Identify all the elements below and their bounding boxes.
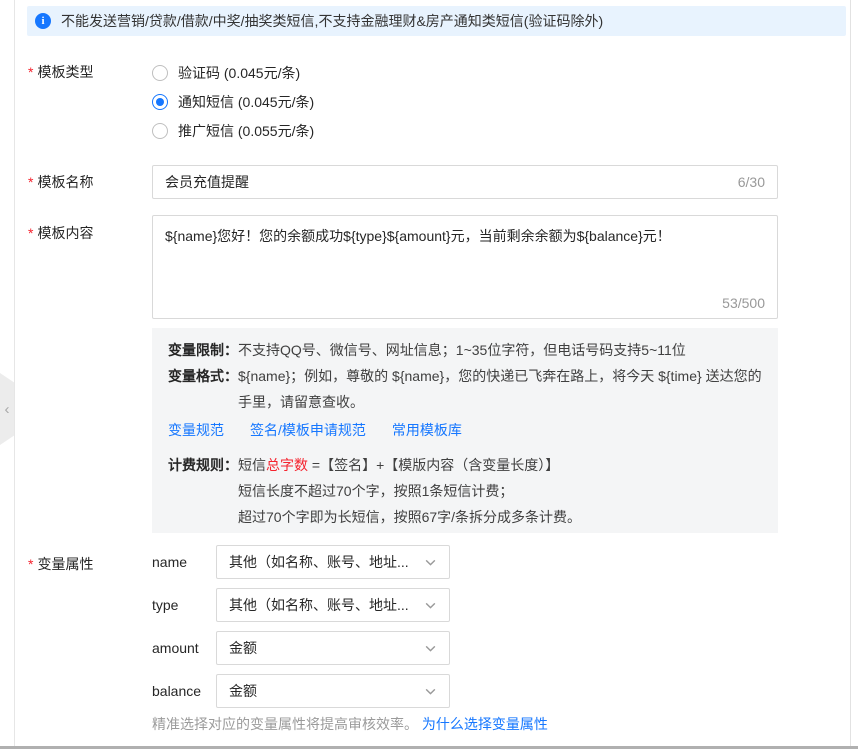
common-template-library-link[interactable]: 常用模板库 <box>392 417 462 443</box>
template-name-label: *模板名称 <box>28 172 152 192</box>
attr-row-balance: balance 金额 <box>152 674 450 708</box>
required-asterisk: * <box>28 174 33 190</box>
radio-icon <box>152 65 168 81</box>
chevron-left-icon: ‹ <box>5 402 10 417</box>
variable-limit-line: 变量限制： 不支持QQ号、微信号、网址信息；1~35位字符，但电话号码支持5~1… <box>168 337 762 363</box>
variable-limit-text: 不支持QQ号、微信号、网址信息；1~35位字符，但电话号码支持5~11位 <box>238 337 686 363</box>
billing-rules-line2: 短信长度不超过70个字，按照1条短信计费； <box>168 478 762 504</box>
attr-select-type[interactable]: 其他（如名称、账号、地址... <box>216 588 450 622</box>
template-content-row: *模板内容 ${name}您好！您的余额成功${type}${amount}元，… <box>28 215 778 319</box>
required-asterisk: * <box>28 225 33 241</box>
billing-line1-highlight: 总字数 <box>266 457 308 473</box>
select-value: 其他（如名称、账号、地址... <box>229 552 409 572</box>
radio-selected-icon <box>152 94 168 110</box>
radio-label: 通知短信 (0.045元/条) <box>178 92 314 112</box>
variable-format-text: ${name}；例如，尊敬的 ${name}，您的快递已飞奔在路上，将今天 ${… <box>238 363 762 415</box>
attr-row-amount: amount 金额 <box>152 631 450 665</box>
billing-line1-prefix: 短信 <box>238 457 266 473</box>
template-type-row: *模板类型 验证码 (0.045元/条) 通知短信 (0.045元/条) 推广短… <box>28 62 314 149</box>
info-banner: i 不能发送营销/贷款/借款/中奖/抽奖类短信,不支持金融理财&房产通知类短信(… <box>27 6 846 36</box>
radio-option-verification-code[interactable]: 验证码 (0.045元/条) <box>152 62 314 83</box>
chevron-down-icon <box>424 599 437 612</box>
template-name-value: 会员充值提醒 <box>165 172 249 192</box>
radio-label: 验证码 (0.045元/条) <box>178 63 300 83</box>
signature-template-spec-link[interactable]: 签名/模板申请规范 <box>250 417 366 443</box>
info-icon: i <box>35 13 51 29</box>
attr-select-name[interactable]: 其他（如名称、账号、地址... <box>216 545 450 579</box>
attr-row-type: type 其他（如名称、账号、地址... <box>152 588 450 622</box>
char-counter: 6/30 <box>738 174 765 190</box>
attr-row-name: name 其他（如名称、账号、地址... <box>152 545 450 579</box>
billing-line1-suffix: =【签名】+【模版内容（含变量长度）】 <box>308 457 559 473</box>
variable-format-line: 变量格式： ${name}；例如，尊敬的 ${name}，您的快递已飞奔在路上，… <box>168 363 762 415</box>
template-content-textarea[interactable]: ${name}您好！您的余额成功${type}${amount}元，当前剩余余额… <box>152 215 778 319</box>
variable-tips-box: 变量限制： 不支持QQ号、微信号、网址信息；1~35位字符，但电话号码支持5~1… <box>152 328 778 452</box>
attrs-hint-row: 精准选择对应的变量属性将提高审核效率。 为什么选择变量属性 <box>152 714 548 734</box>
char-counter: 53/500 <box>722 293 765 313</box>
variable-attrs-row: *变量属性 name 其他（如名称、账号、地址... type 其他（如名称、账… <box>28 545 450 717</box>
required-asterisk: * <box>28 556 33 572</box>
required-asterisk: * <box>28 64 33 80</box>
template-type-label: *模板类型 <box>28 62 152 149</box>
attr-name: type <box>152 597 216 613</box>
billing-rules-line3: 超过70个字即为长短信，按照67字/条拆分成多条计费。 <box>168 504 762 530</box>
radio-option-promo-sms[interactable]: 推广短信 (0.055元/条) <box>152 120 314 141</box>
panel-border-left <box>14 0 15 746</box>
attrs-hint-text: 精准选择对应的变量属性将提高审核效率。 <box>152 716 418 732</box>
template-type-radio-group: 验证码 (0.045元/条) 通知短信 (0.045元/条) 推广短信 (0.0… <box>152 62 314 149</box>
radio-icon <box>152 123 168 139</box>
attr-name: name <box>152 554 216 570</box>
select-value: 其他（如名称、账号、地址... <box>229 595 409 615</box>
why-choose-attr-link[interactable]: 为什么选择变量属性 <box>422 716 548 732</box>
template-content-value: ${name}您好！您的余额成功${type}${amount}元，当前剩余余额… <box>165 228 671 244</box>
attr-select-balance[interactable]: 金额 <box>216 674 450 708</box>
template-name-row: *模板名称 会员充值提醒 6/30 <box>28 165 778 199</box>
variable-limit-label: 变量限制： <box>168 337 238 363</box>
attr-select-amount[interactable]: 金额 <box>216 631 450 665</box>
variable-format-label: 变量格式： <box>168 363 238 415</box>
select-value: 金额 <box>229 681 257 701</box>
chevron-down-icon <box>424 685 437 698</box>
template-content-label: *模板内容 <box>28 215 152 319</box>
variable-attrs-list: name 其他（如名称、账号、地址... type 其他（如名称、账号、地址..… <box>152 545 450 717</box>
attr-name: amount <box>152 640 216 656</box>
billing-rules-label: 计费规则： <box>168 452 238 478</box>
variable-tip-links: 变量规范 签名/模板申请规范 常用模板库 <box>168 417 762 443</box>
template-name-input[interactable]: 会员充值提醒 6/30 <box>152 165 778 199</box>
select-value: 金额 <box>229 638 257 658</box>
chevron-down-icon <box>424 642 437 655</box>
panel-border-right <box>850 0 851 746</box>
billing-rules-box: 计费规则： 短信总字数 =【签名】+【模版内容（含变量长度）】 短信长度不超过7… <box>152 449 778 533</box>
billing-rules-line1: 计费规则： 短信总字数 =【签名】+【模版内容（含变量长度）】 <box>168 452 762 478</box>
sidebar-collapse-handle[interactable]: ‹ <box>0 373 14 445</box>
banner-text: 不能发送营销/贷款/借款/中奖/抽奖类短信,不支持金融理财&房产通知类短信(验证… <box>61 11 603 31</box>
variable-spec-link[interactable]: 变量规范 <box>168 417 224 443</box>
chevron-down-icon <box>424 556 437 569</box>
radio-option-notification-sms[interactable]: 通知短信 (0.045元/条) <box>152 91 314 112</box>
variable-attrs-label: *变量属性 <box>28 545 152 717</box>
radio-label: 推广短信 (0.055元/条) <box>178 121 314 141</box>
attr-name: balance <box>152 683 216 699</box>
